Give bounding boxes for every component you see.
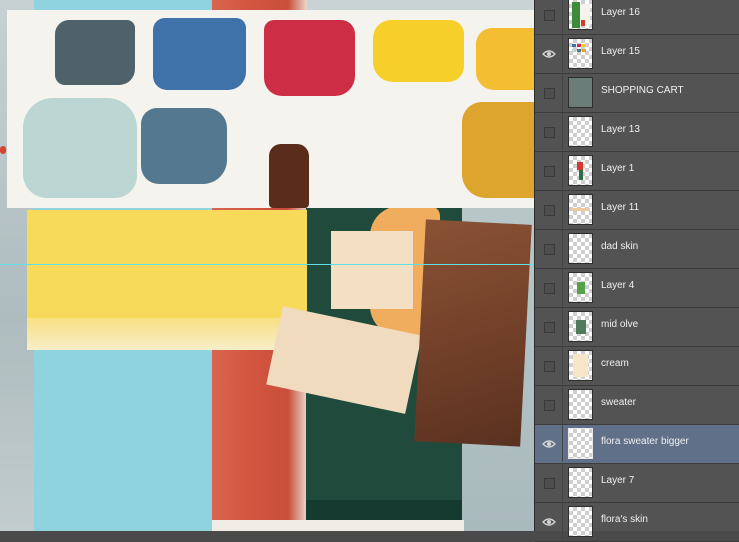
yellow-band-torn-edge bbox=[27, 318, 307, 350]
layer-row[interactable]: cream bbox=[535, 347, 739, 386]
visibility-toggle-empty-icon[interactable] bbox=[541, 280, 557, 296]
steel-blue-swatch bbox=[141, 108, 227, 184]
layer-name[interactable]: Layer 16 bbox=[601, 7, 640, 18]
column-divider bbox=[562, 269, 563, 306]
layer-thumbnail[interactable] bbox=[568, 311, 593, 342]
layer-name[interactable]: Layer 13 bbox=[601, 124, 640, 135]
column-divider bbox=[562, 386, 563, 423]
horizontal-guide[interactable] bbox=[0, 264, 534, 265]
column-divider bbox=[562, 464, 563, 501]
layer-name[interactable]: Layer 7 bbox=[601, 475, 634, 486]
layer-thumbnail[interactable] bbox=[568, 350, 593, 381]
layer-thumbnail[interactable] bbox=[568, 389, 593, 420]
visibility-toggle-empty-icon[interactable] bbox=[541, 85, 557, 101]
eye-icon[interactable] bbox=[541, 436, 557, 452]
eye-icon[interactable] bbox=[541, 46, 557, 62]
layer-row[interactable]: flora sweater bigger bbox=[535, 425, 739, 464]
pale-aqua-swatch bbox=[23, 98, 137, 198]
column-divider bbox=[562, 230, 563, 267]
layer-name[interactable]: cream bbox=[601, 358, 629, 369]
column-divider bbox=[562, 35, 563, 72]
visibility-toggle-empty-icon[interactable] bbox=[541, 163, 557, 179]
column-divider bbox=[562, 74, 563, 111]
yellow-swatch bbox=[373, 20, 464, 82]
document-canvas[interactable] bbox=[0, 0, 534, 531]
ochre-swatch bbox=[462, 102, 534, 198]
layer-name[interactable]: flora's skin bbox=[601, 514, 648, 525]
layer-row[interactable]: Layer 4 bbox=[535, 269, 739, 308]
red-dot bbox=[0, 146, 6, 154]
layer-name[interactable]: dad skin bbox=[601, 241, 638, 252]
swatch-card bbox=[7, 10, 534, 208]
layer-row[interactable]: Layer 13 bbox=[535, 113, 739, 152]
visibility-toggle-empty-icon[interactable] bbox=[541, 124, 557, 140]
layer-thumbnail[interactable] bbox=[568, 467, 593, 498]
layer-row[interactable]: Layer 15 bbox=[535, 35, 739, 74]
layer-thumbnail[interactable] bbox=[568, 116, 593, 147]
cream-rectangle-small bbox=[331, 231, 413, 309]
visibility-toggle-empty-icon[interactable] bbox=[541, 7, 557, 23]
layer-row[interactable]: flora's skin bbox=[535, 503, 739, 542]
layer-thumbnail[interactable] bbox=[568, 38, 593, 69]
layer-thumbnail[interactable] bbox=[568, 0, 593, 30]
layer-name[interactable]: sweater bbox=[601, 397, 636, 408]
slate-swatch bbox=[55, 20, 135, 85]
layer-row[interactable]: sweater bbox=[535, 386, 739, 425]
column-divider bbox=[562, 425, 563, 462]
layer-name[interactable]: flora sweater bigger bbox=[601, 436, 689, 447]
layer-row[interactable]: Layer 7 bbox=[535, 464, 739, 503]
layer-thumbnail[interactable] bbox=[568, 428, 593, 459]
layer-thumbnail[interactable] bbox=[568, 77, 593, 108]
column-divider bbox=[562, 0, 563, 33]
layer-thumbnail[interactable] bbox=[568, 233, 593, 264]
layer-name[interactable]: Layer 11 bbox=[601, 202, 639, 213]
gold-swatch bbox=[476, 28, 534, 90]
layers-panel: Layer 16 Layer 15 SHOPPING CART Layer 13 Lay… bbox=[534, 0, 739, 542]
layer-name[interactable]: SHOPPING CART bbox=[601, 85, 684, 96]
white-bottom-strip bbox=[212, 520, 464, 531]
visibility-toggle-empty-icon[interactable] bbox=[541, 358, 557, 374]
blue-swatch bbox=[153, 18, 246, 90]
layer-thumbnail[interactable] bbox=[568, 506, 593, 537]
column-divider bbox=[562, 308, 563, 345]
brown-brush-stroke bbox=[269, 144, 309, 208]
column-divider bbox=[562, 347, 563, 384]
layer-row[interactable]: Layer 16 bbox=[535, 0, 739, 35]
layer-thumbnail[interactable] bbox=[568, 155, 593, 186]
layer-row[interactable]: Layer 1 bbox=[535, 152, 739, 191]
layer-row[interactable]: Layer 11 bbox=[535, 191, 739, 230]
visibility-toggle-empty-icon[interactable] bbox=[541, 397, 557, 413]
crimson-swatch bbox=[264, 20, 355, 96]
layer-name[interactable]: Layer 15 bbox=[601, 46, 640, 57]
visibility-toggle-empty-icon[interactable] bbox=[541, 319, 557, 335]
column-divider bbox=[562, 152, 563, 189]
visibility-toggle-empty-icon[interactable] bbox=[541, 475, 557, 491]
layer-name[interactable]: Layer 1 bbox=[601, 163, 634, 174]
layer-row[interactable]: dad skin bbox=[535, 230, 739, 269]
layer-thumbnail[interactable] bbox=[568, 272, 593, 303]
visibility-toggle-empty-icon[interactable] bbox=[541, 202, 557, 218]
visibility-toggle-empty-icon[interactable] bbox=[541, 241, 557, 257]
eye-icon[interactable] bbox=[541, 514, 557, 530]
brown-rectangle bbox=[414, 219, 532, 447]
column-divider bbox=[562, 113, 563, 150]
layer-name[interactable]: mid olve bbox=[601, 319, 638, 330]
layer-row[interactable]: mid olve bbox=[535, 308, 739, 347]
layer-thumbnail[interactable] bbox=[568, 194, 593, 225]
column-divider bbox=[562, 191, 563, 228]
layer-name[interactable]: Layer 4 bbox=[601, 280, 634, 291]
column-divider bbox=[562, 503, 563, 540]
layer-row[interactable]: SHOPPING CART bbox=[535, 74, 739, 113]
